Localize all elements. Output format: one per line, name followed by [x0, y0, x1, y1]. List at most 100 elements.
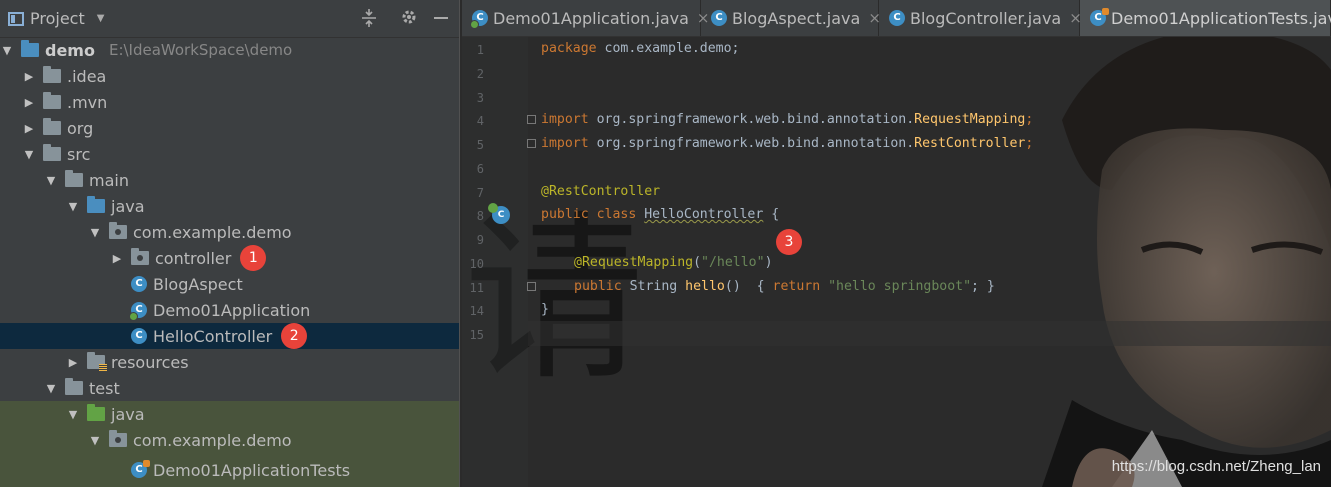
tree-item-test-package[interactable]: ▼ com.example.demo: [0, 427, 459, 453]
project-panel-header: Project ▼: [0, 0, 459, 38]
tree-item-blogaspect[interactable]: ▶ C BlogAspect: [0, 271, 459, 297]
line-number: 2: [476, 67, 484, 81]
chevron-down-icon[interactable]: ▼: [66, 200, 80, 213]
line-number: 15: [469, 328, 484, 342]
chevron-right-icon[interactable]: ▶: [22, 122, 36, 135]
tree-item-demo01application[interactable]: ▶ C Demo01Application: [0, 297, 459, 323]
tree-item-demo01applicationtests[interactable]: ▶ C Demo01ApplicationTests: [0, 453, 459, 487]
class-name: HelloController: [644, 207, 764, 222]
tab-demo01applicationtests[interactable]: C Demo01ApplicationTests.java: [1080, 0, 1331, 36]
line-number: 8: [476, 209, 484, 223]
chevron-down-icon[interactable]: ▼: [22, 148, 36, 161]
line-number: 7: [476, 186, 484, 200]
code-line-10: @RequestMapping("/hello"): [574, 255, 773, 270]
spring-boot-class-icon: C: [470, 10, 488, 29]
code-text: ; }: [971, 279, 995, 294]
fold-marker-icon[interactable]: [527, 139, 536, 148]
code-text: org.springframework.web.bind.annotation.: [588, 136, 915, 151]
chevron-right-icon[interactable]: ▶: [110, 252, 124, 265]
spring-bean-icon[interactable]: C: [488, 203, 510, 224]
code-text: {: [763, 207, 780, 222]
fold-marker-icon[interactable]: [527, 115, 536, 124]
keyword: public: [574, 279, 622, 294]
folder-icon: [65, 378, 83, 395]
code-text: () {: [724, 279, 773, 294]
class-icon: C: [889, 10, 905, 26]
step-badge: 2: [281, 323, 308, 349]
tree-item-resources[interactable]: ▶ resources: [0, 349, 459, 375]
tree-item-label: BlogAspect: [153, 274, 243, 294]
tree-item-controller[interactable]: ▶ controller 1: [0, 245, 459, 271]
tree-item-label: src: [67, 144, 91, 164]
chevron-down-icon[interactable]: ▼: [44, 174, 58, 187]
current-line-highlight: [528, 321, 1331, 346]
class-ref: RestController: [914, 136, 1026, 151]
tab-demo01application[interactable]: C Demo01Application.java ×: [462, 0, 709, 36]
tab-label: BlogAspect.java: [732, 8, 861, 28]
code-line-1: package com.example.demo;: [541, 41, 740, 56]
keyword: package: [541, 41, 597, 56]
code-editor[interactable]: 请 C Demo01Application.java × C BlogAspec…: [462, 0, 1331, 487]
line-number: 11: [469, 281, 484, 295]
source-folder-icon: [87, 196, 105, 213]
tree-item-test-java[interactable]: ▼ java: [0, 401, 459, 427]
tree-item-label: .mvn: [67, 92, 108, 112]
keyword: import: [541, 112, 589, 127]
class-ref: RequestMapping: [914, 112, 1026, 127]
tree-item-package[interactable]: ▼ com.example.demo: [0, 219, 459, 245]
test-class-icon: C: [131, 460, 150, 478]
code-line-4: import org.springframework.web.bind.anno…: [541, 112, 1033, 127]
hide-icon[interactable]: [432, 8, 450, 31]
tree-item-mvn[interactable]: ▶ .mvn: [0, 89, 459, 115]
tree-item-org[interactable]: ▶ org: [0, 115, 459, 141]
tree-item-src[interactable]: ▼ src: [0, 141, 459, 167]
tree-item-test[interactable]: ▼ test: [0, 375, 459, 401]
line-number: 1: [476, 43, 484, 57]
annotation: @RequestMapping: [574, 255, 694, 270]
gear-icon[interactable]: [400, 8, 418, 31]
step-badge: 3: [776, 229, 802, 255]
tab-blogcontroller[interactable]: C BlogController.java ×: [879, 0, 1082, 36]
chevron-down-icon[interactable]: ▼: [0, 44, 14, 57]
tree-item-main[interactable]: ▼ main: [0, 167, 459, 193]
collapse-all-icon[interactable]: [360, 8, 378, 33]
tree-item-idea[interactable]: ▶ .idea: [0, 63, 459, 89]
resources-folder-icon: [87, 352, 107, 371]
folder-icon: [65, 170, 83, 187]
tree-item-label: HelloController: [153, 326, 273, 346]
tree-item-label: Demo01Application: [153, 300, 311, 320]
code-line-5: import org.springframework.web.bind.anno…: [541, 136, 1033, 151]
tab-blogaspect[interactable]: C BlogAspect.java ×: [701, 0, 881, 36]
tree-item-label: resources: [111, 352, 189, 372]
project-panel-title: Project: [30, 9, 85, 28]
tree-item-label: org: [67, 118, 94, 138]
type: String: [621, 279, 686, 294]
chevron-down-icon[interactable]: ▼: [88, 226, 102, 239]
module-folder-icon: [21, 40, 39, 57]
line-number: 9: [476, 233, 484, 247]
class-icon: C: [711, 10, 727, 26]
tree-item-label: java: [111, 196, 145, 216]
package-icon: [131, 248, 149, 265]
chevron-down-icon[interactable]: ▼: [66, 408, 80, 421]
tab-label: Demo01Application.java: [493, 8, 689, 28]
test-source-folder-icon: [87, 404, 105, 421]
tree-item-hellocontroller[interactable]: ▶ C HelloController 2: [0, 323, 459, 349]
chevron-right-icon[interactable]: ▶: [22, 96, 36, 109]
chevron-right-icon[interactable]: ▶: [22, 70, 36, 83]
chevron-down-icon[interactable]: ▼: [44, 382, 58, 395]
project-tool-window: Project ▼ ▼ demo E:\IdeaWorkSpace\demo ▶…: [0, 0, 459, 487]
chevron-down-icon[interactable]: ▼: [88, 434, 102, 447]
keyword: import: [541, 136, 589, 151]
code-text: ;: [1025, 112, 1034, 127]
tree-item-java[interactable]: ▼ java: [0, 193, 459, 219]
code-text: ;: [1025, 136, 1034, 151]
project-view-selector[interactable]: Project ▼: [8, 9, 104, 28]
fold-marker-icon[interactable]: [527, 282, 536, 291]
tree-item-demo[interactable]: ▼ demo E:\IdeaWorkSpace\demo: [0, 37, 459, 63]
method-name: hello: [685, 279, 725, 294]
folder-icon: [43, 144, 61, 161]
code-text: }: [541, 302, 549, 317]
chevron-right-icon[interactable]: ▶: [66, 356, 80, 369]
